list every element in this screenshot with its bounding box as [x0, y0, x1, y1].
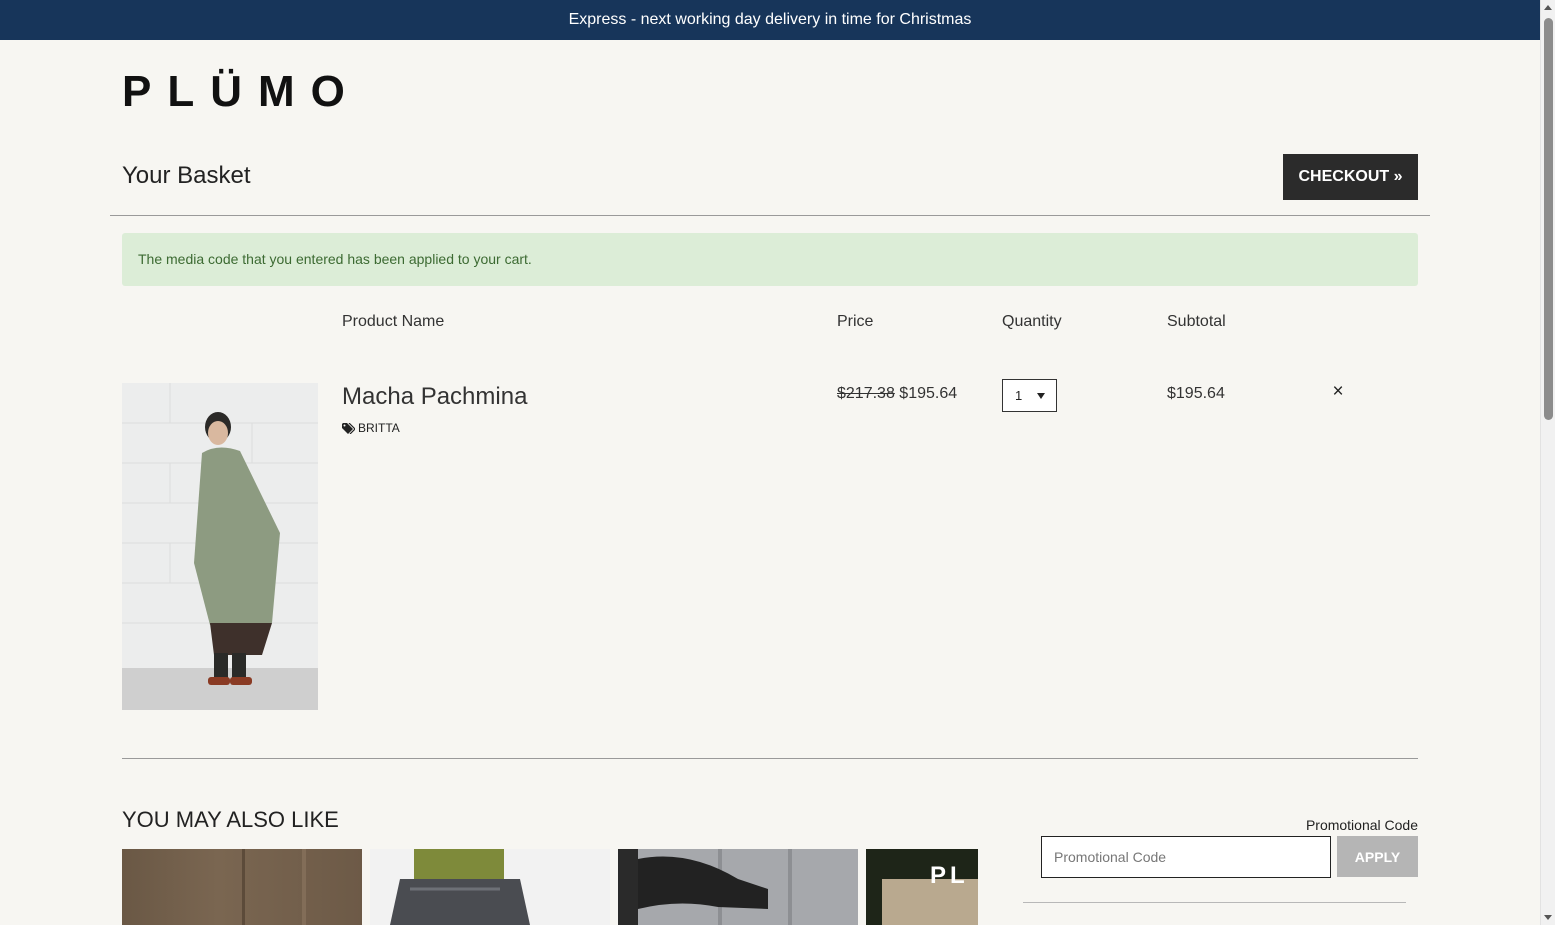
divider — [1023, 902, 1406, 903]
success-alert: The media code that you entered has been… — [122, 233, 1418, 286]
product-image[interactable] — [122, 383, 318, 710]
apply-promo-button[interactable]: APPLY — [1337, 836, 1418, 877]
recommendation-image[interactable] — [122, 849, 362, 925]
page-title: Your Basket — [122, 162, 251, 189]
brand-logo[interactable]: PLÜMO — [122, 66, 345, 116]
original-price: $217.38 — [837, 385, 895, 402]
svg-text:PLÜMO: PLÜMO — [122, 67, 344, 110]
product-tag-label: BRITTA — [358, 421, 400, 435]
divider — [110, 215, 1430, 216]
scrollbar-thumb[interactable] — [1544, 18, 1553, 420]
column-header-product: Product Name — [342, 313, 445, 330]
scroll-up-icon[interactable] — [1544, 5, 1552, 10]
svg-text:PL: PL — [930, 862, 969, 889]
column-header-quantity: Quantity — [1002, 313, 1062, 330]
recommendations-title: YOU MAY ALSO LIKE — [122, 807, 339, 832]
remove-item-button[interactable]: × — [1329, 382, 1347, 402]
close-icon: × — [1332, 381, 1344, 402]
quantity-value: 1 — [1015, 388, 1023, 403]
checkout-button[interactable]: CHECKOUT » — [1283, 154, 1418, 200]
promo-code-label: Promotional Code — [1305, 817, 1418, 833]
recommendation-image[interactable] — [370, 849, 610, 925]
brand-logo-thumbnail: PL — [930, 862, 969, 889]
divider — [122, 758, 1418, 759]
tag-icon — [342, 422, 355, 434]
item-subtotal: $195.64 — [1167, 385, 1225, 402]
promo-code-input[interactable] — [1041, 836, 1331, 878]
product-name[interactable]: Macha Pachmina — [342, 383, 527, 411]
sale-price: $195.64 — [899, 385, 958, 402]
column-header-price: Price — [837, 313, 874, 330]
product-tag: BRITTA — [342, 421, 400, 435]
chevron-down-icon — [1037, 393, 1045, 399]
recommendation-image[interactable]: PL — [866, 849, 978, 925]
page-scrollbar[interactable] — [1540, 0, 1555, 925]
scroll-down-icon[interactable] — [1544, 915, 1552, 920]
column-header-subtotal: Subtotal — [1167, 313, 1226, 330]
alert-message: The media code that you entered has been… — [138, 251, 532, 267]
announcement-bar: Express - next working day delivery in t… — [0, 0, 1540, 40]
product-price: $217.38 $195.64 — [837, 385, 957, 403]
recommendation-image[interactable] — [618, 849, 858, 925]
quantity-select[interactable]: 1 — [1002, 379, 1057, 412]
announcement-text: Express - next working day delivery in t… — [568, 11, 972, 28]
